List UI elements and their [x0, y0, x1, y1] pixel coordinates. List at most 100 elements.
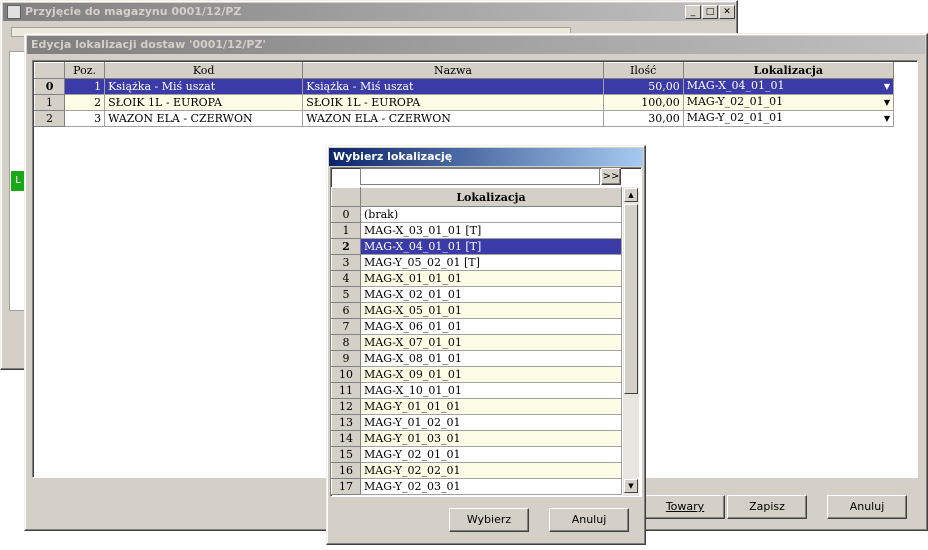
cell-lokalizacja[interactable]: MAG-Y_02_01_01 ▼ — [682, 94, 895, 111]
cell-ilosc[interactable]: 50,00 — [602, 78, 684, 95]
row-number: 1 — [331, 222, 361, 239]
column-header-ilosc[interactable]: Ilość — [602, 62, 684, 79]
cell-poz[interactable]: 3 — [64, 110, 106, 127]
scroll-down-arrow-icon[interactable]: ▼ — [624, 479, 638, 493]
cell-kod[interactable]: WAZON ELA - CZERWON — [104, 110, 304, 127]
towary-button[interactable]: Towary — [645, 495, 725, 519]
list-item[interactable]: 8 MAG-X_07_01_01 — [331, 334, 622, 351]
search-button[interactable]: >> — [601, 168, 621, 185]
table-row[interactable]: 0 1 Książka - Miś uszat Książka - Miś us… — [33, 78, 895, 95]
location-table: Lokalizacja 0 (brak) 1 MAG-X_03_01_01 [T] 2 M… — [331, 187, 622, 495]
cell-kod[interactable]: SŁOIK 1L - EUROPA — [104, 94, 304, 111]
column-header-lokalizacja[interactable]: Lokalizacja — [682, 62, 895, 79]
row-number: 12 — [331, 398, 361, 415]
cell-ilosc[interactable]: 100,00 — [602, 94, 684, 111]
edit-locations-titlebar[interactable]: Edycja lokalizacji dostaw '0001/12/PZ' — [27, 36, 925, 54]
location-value[interactable]: MAG-Y_01_02_01 — [360, 414, 622, 431]
cell-lokalizacja[interactable]: MAG-X_04_01_01 ▼ — [682, 78, 895, 95]
location-value[interactable]: MAG-Y_01_03_01 — [360, 430, 622, 447]
location-value[interactable]: MAG-X_04_01_01 [T] — [360, 238, 622, 255]
corner-cell — [331, 187, 361, 207]
cell-kod[interactable]: Książka - Miś uszat — [104, 78, 304, 95]
location-value[interactable]: MAG-X_06_01_01 — [360, 318, 622, 335]
location-value[interactable]: MAG-X_02_01_01 — [360, 286, 622, 303]
cell-ilosc[interactable]: 30,00 — [602, 110, 684, 127]
maximize-button[interactable]: □ — [702, 5, 718, 19]
cell-nazwa[interactable]: SŁOIK 1L - EUROPA — [302, 94, 604, 111]
row-number: 9 — [331, 350, 361, 367]
list-item[interactable]: 16 MAG-Y_02_02_01 — [331, 462, 622, 479]
row-number: 11 — [331, 382, 361, 399]
list-item[interactable]: 13 MAG-Y_01_02_01 — [331, 414, 622, 431]
location-value[interactable]: MAG-X_03_01_01 [T] — [360, 222, 622, 239]
scroll-thumb[interactable] — [624, 204, 638, 394]
list-item[interactable]: 15 MAG-Y_02_01_01 — [331, 446, 622, 463]
column-header-poz[interactable]: Poz. — [64, 62, 106, 79]
list-item[interactable]: 14 MAG-Y_01_03_01 — [331, 430, 622, 447]
green-tab[interactable]: L — [11, 171, 25, 191]
location-picker-titlebar[interactable]: Wybierz lokalizację — [329, 148, 643, 166]
edit-locations-title: Edycja lokalizacji dostaw '0001/12/PZ' — [31, 38, 266, 51]
location-value[interactable]: MAG-X_08_01_01 — [360, 350, 622, 367]
close-button[interactable]: ✕ — [719, 5, 735, 19]
location-search-input[interactable] — [360, 168, 600, 185]
row-number: 16 — [331, 462, 361, 479]
vertical-scrollbar[interactable]: ▲ ▼ — [623, 187, 639, 496]
location-value[interactable]: MAG-X_10_01_01 — [360, 382, 622, 399]
list-item[interactable]: 17 MAG-Y_02_03_01 — [331, 478, 622, 495]
cell-nazwa[interactable]: WAZON ELA - CZERWON — [302, 110, 604, 127]
list-item[interactable]: 9 MAG-X_08_01_01 — [331, 350, 622, 367]
cell-nazwa[interactable]: Książka - Miś uszat — [302, 78, 604, 95]
anuluj-button[interactable]: Anuluj — [827, 495, 907, 519]
column-header-nazwa[interactable]: Nazwa — [302, 62, 604, 79]
dropdown-arrow-icon[interactable]: ▼ — [884, 96, 890, 110]
location-picker-title: Wybierz lokalizację — [333, 150, 453, 163]
location-value[interactable]: MAG-Y_01_01_01 — [360, 398, 622, 415]
column-header-lokalizacja[interactable]: Lokalizacja — [360, 187, 622, 207]
location-value[interactable]: MAG-X_07_01_01 — [360, 334, 622, 351]
dropdown-arrow-icon[interactable]: ▼ — [884, 112, 890, 126]
row-number: 0 — [331, 206, 361, 223]
row-number: 7 — [331, 318, 361, 335]
list-item[interactable]: 1 MAG-X_03_01_01 [T] — [331, 222, 622, 239]
list-item[interactable]: 7 MAG-X_06_01_01 — [331, 318, 622, 335]
location-value[interactable]: (brak) — [360, 206, 622, 223]
list-item[interactable]: 5 MAG-X_02_01_01 — [331, 286, 622, 303]
lokalizacja-value: MAG-X_04_01_01 — [686, 79, 785, 93]
location-value[interactable]: MAG-X_09_01_01 — [360, 366, 622, 383]
cell-lokalizacja[interactable]: MAG-Y_02_01_01 ▼ — [682, 110, 895, 127]
scroll-up-arrow-icon[interactable]: ▲ — [624, 188, 638, 202]
background-window-titlebar[interactable]: Przyjęcie do magazynu 0001/12/PZ — [3, 3, 735, 21]
app-icon — [7, 5, 21, 19]
location-value[interactable]: MAG-Y_05_02_01 [T] — [360, 254, 622, 271]
location-list-panel: >> Lokalizacja 0 (brak) 1 MAG-X_03_01_01 [T… — [330, 167, 642, 497]
wybierz-button[interactable]: Wybierz — [449, 508, 529, 532]
row-number: 0 — [33, 78, 66, 95]
location-value[interactable]: MAG-Y_02_02_01 — [360, 462, 622, 479]
column-header-kod[interactable]: Kod — [104, 62, 304, 79]
list-item[interactable]: 0 (brak) — [331, 206, 622, 223]
location-value[interactable]: MAG-X_05_01_01 — [360, 302, 622, 319]
list-item[interactable]: 11 MAG-X_10_01_01 — [331, 382, 622, 399]
list-item[interactable]: 6 MAG-X_05_01_01 — [331, 302, 622, 319]
table-row[interactable]: 1 2 SŁOIK 1L - EUROPA SŁOIK 1L - EUROPA … — [33, 94, 895, 111]
minimize-button[interactable]: _ — [685, 5, 701, 19]
row-number: 2 — [331, 238, 361, 255]
list-item[interactable]: 12 MAG-Y_01_01_01 — [331, 398, 622, 415]
row-number: 3 — [331, 254, 361, 271]
location-value[interactable]: MAG-X_01_01_01 — [360, 270, 622, 287]
cell-poz[interactable]: 2 — [64, 94, 106, 111]
picker-anuluj-button[interactable]: Anuluj — [549, 508, 629, 532]
cell-poz[interactable]: 1 — [64, 78, 106, 95]
table-row[interactable]: 2 3 WAZON ELA - CZERWON WAZON ELA - CZER… — [33, 110, 895, 127]
lokalizacja-value: MAG-Y_02_01_01 — [686, 95, 784, 109]
dropdown-arrow-icon[interactable]: ▼ — [884, 80, 890, 94]
list-item[interactable]: 10 MAG-X_09_01_01 — [331, 366, 622, 383]
list-item[interactable]: 4 MAG-X_01_01_01 — [331, 270, 622, 287]
list-item[interactable]: 3 MAG-Y_05_02_01 [T] — [331, 254, 622, 271]
deliveries-header-row: Poz. Kod Nazwa Ilość Lokalizacja — [33, 62, 895, 79]
location-value[interactable]: MAG-Y_02_03_01 — [360, 478, 622, 495]
zapisz-button[interactable]: Zapisz — [727, 495, 807, 519]
location-value[interactable]: MAG-Y_02_01_01 — [360, 446, 622, 463]
list-item[interactable]: 2 MAG-X_04_01_01 [T] — [331, 238, 622, 255]
